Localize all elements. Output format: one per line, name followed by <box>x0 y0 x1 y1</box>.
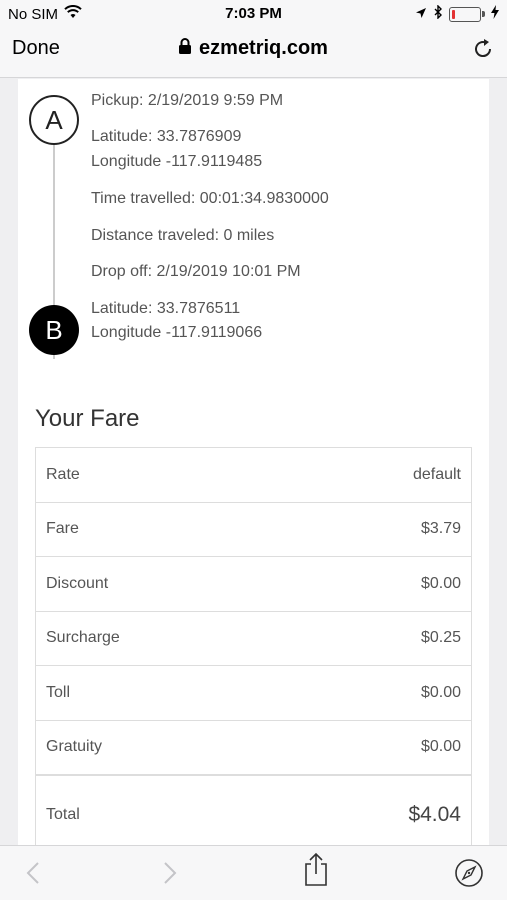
pickup-marker: A <box>29 95 79 145</box>
charging-icon <box>491 5 499 23</box>
url-text: ezmetriq.com <box>199 37 328 59</box>
bluetooth-icon <box>433 4 443 23</box>
status-bar: No SIM 7:03 PM <box>0 0 507 28</box>
fare-row-discount: Discount $0.00 <box>36 557 471 612</box>
fare-table: Rate default Fare $3.79 Discount $0.00 S… <box>35 447 472 845</box>
time-travelled: Time travelled: 00:01:34.9830000 <box>91 190 329 207</box>
page-content: A B Pickup: 2/19/2019 9:59 PM Latitude: … <box>18 79 489 845</box>
fare-label: Fare <box>46 520 79 538</box>
fare-label: Discount <box>46 574 109 592</box>
url-field[interactable]: ezmetriq.com <box>0 37 507 60</box>
pickup-latitude: Latitude: 33.7876909 <box>91 128 242 145</box>
dropoff-marker: B <box>29 305 79 355</box>
distance-travelled: Distance traveled: 0 miles <box>91 227 275 244</box>
fare-value: $0.00 <box>420 683 461 701</box>
forward-icon[interactable] <box>155 858 185 888</box>
browser-bar: Done ezmetriq.com <box>0 28 507 78</box>
pickup-time: Pickup: 2/19/2019 9:59 PM <box>91 92 284 109</box>
back-icon[interactable] <box>18 858 48 888</box>
dropoff-latitude: Latitude: 33.7876511 <box>91 300 241 317</box>
fare-value: $0.25 <box>420 629 461 647</box>
location-arrow-icon <box>415 6 427 23</box>
fare-value: $0.00 <box>420 738 461 756</box>
fare-row-fare: Fare $3.79 <box>36 503 471 557</box>
fare-label: Toll <box>46 683 71 701</box>
browser-toolbar <box>0 845 507 900</box>
compass-icon[interactable] <box>454 858 484 888</box>
fare-value: default <box>412 465 461 483</box>
total-value: $4.04 <box>408 803 461 826</box>
fare-row-surcharge: Surcharge $0.25 <box>36 612 471 666</box>
fare-value: $0.00 <box>420 574 461 592</box>
reload-icon[interactable] <box>471 37 495 61</box>
fare-row-rate: Rate default <box>36 448 471 503</box>
total-label: Total <box>46 806 80 823</box>
status-right <box>415 4 499 23</box>
battery-level <box>452 9 455 19</box>
battery-icon <box>449 6 485 22</box>
dropoff-time: Drop off: 2/19/2019 10:01 PM <box>91 263 301 280</box>
pickup-longitude: Longitude -117.9119485 <box>91 153 263 170</box>
fare-label: Surcharge <box>46 629 120 647</box>
fare-row-total: Total $4.04 <box>36 775 471 845</box>
fare-row-toll: Toll $0.00 <box>36 666 471 721</box>
fare-label: Rate <box>46 465 80 483</box>
fare-label: Gratuity <box>46 738 103 756</box>
dropoff-longitude: Longitude -117.9119066 <box>91 324 263 341</box>
fare-row-gratuity: Gratuity $0.00 <box>36 721 471 775</box>
fare-value: $3.79 <box>420 520 461 538</box>
lock-icon <box>179 37 192 60</box>
fare-title: Your Fare <box>35 405 140 432</box>
share-icon[interactable] <box>301 852 331 886</box>
